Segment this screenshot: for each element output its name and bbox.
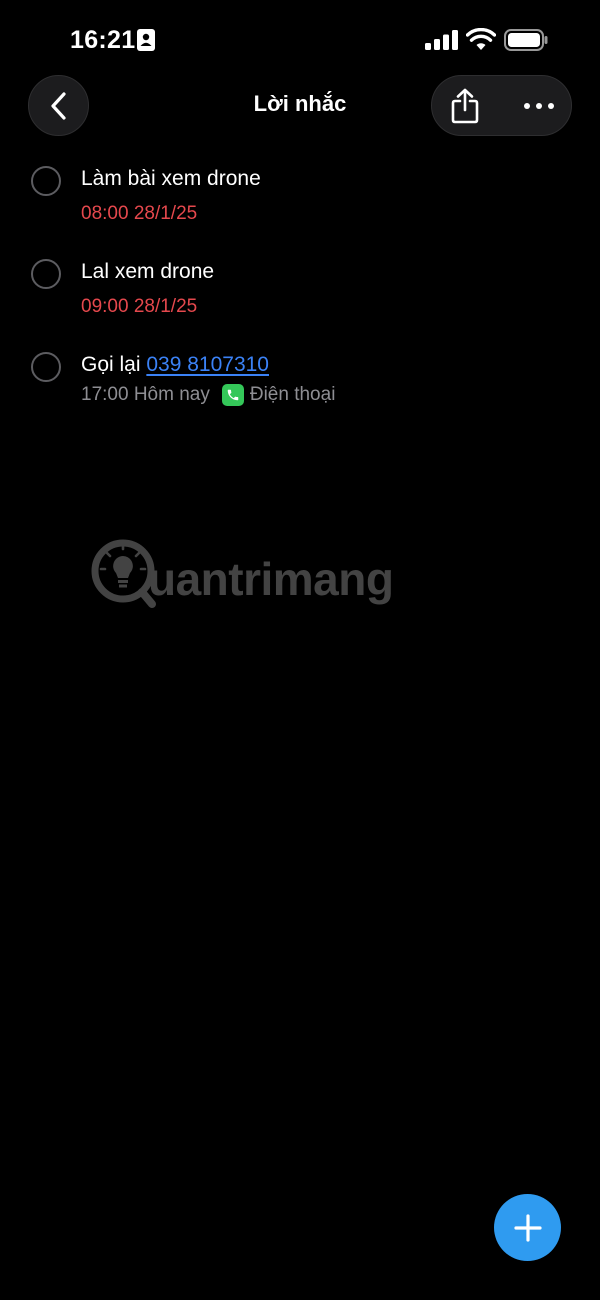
reminder-item[interactable]: Gọi lại 039 8107310 17:00 Hôm nay Điện t… (0, 346, 600, 439)
reminder-title: Gọi lại 039 8107310 (81, 353, 269, 377)
header-actions (431, 75, 572, 136)
reminder-checkbox[interactable] (31, 259, 61, 289)
reminder-item[interactable]: Làm bài xem drone 08:00 28/1/25 (0, 160, 600, 253)
reminder-item[interactable]: Lal xem drone 09:00 28/1/25 (0, 253, 600, 346)
reminder-due-date: 08:00 28/1/25 (81, 203, 198, 224)
reminder-title: Lal xem drone (81, 260, 215, 283)
reminder-source-label: Điện thoại (249, 384, 336, 405)
watermark: uantrimang (90, 536, 450, 616)
wifi-icon (466, 28, 496, 50)
ellipsis-icon (524, 103, 554, 109)
reminder-due-date: 17:00 Hôm nay (81, 384, 210, 405)
add-reminder-button[interactable] (494, 1194, 561, 1261)
reminder-title: Làm bài xem drone (81, 167, 261, 190)
reminder-checkbox[interactable] (31, 352, 61, 382)
phone-number-link[interactable]: 039 8107310 (146, 353, 269, 376)
contact-card-icon (137, 29, 155, 51)
cellular-signal-icon (425, 30, 458, 50)
back-button[interactable] (28, 75, 89, 136)
status-bar: 16:21 (0, 0, 600, 80)
reminder-checkbox[interactable] (31, 166, 61, 196)
reminder-list: Làm bài xem drone 08:00 28/1/25 Lal xem … (0, 160, 600, 439)
more-button[interactable] (514, 82, 564, 130)
plus-icon (513, 1213, 542, 1242)
share-button[interactable] (440, 82, 490, 130)
reminder-title-prefix: Gọi lại (81, 353, 147, 376)
reminder-meta: 17:00 Hôm nay Điện thoại (81, 382, 335, 408)
page-title: Lời nhắc (253, 91, 347, 116)
phone-app-badge (221, 384, 244, 406)
phone-icon (227, 389, 239, 401)
reminder-due-date: 09:00 28/1/25 (81, 296, 198, 317)
watermark-text: uantrimang (148, 553, 394, 605)
battery-icon (504, 29, 548, 51)
chevron-left-icon (50, 91, 66, 120)
share-icon (451, 88, 479, 124)
status-time: 16:21 (70, 26, 136, 54)
